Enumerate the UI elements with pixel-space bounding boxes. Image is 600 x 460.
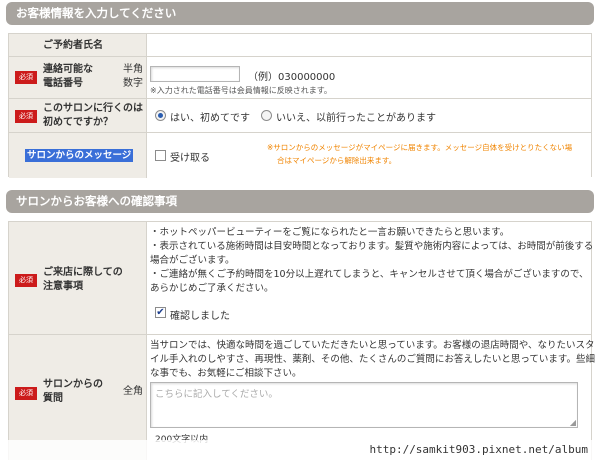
message-note: ※サロンからのメッセージがマイページに届きます。メッセージ自体を受けとりたくない… <box>267 143 573 165</box>
visit-notice-label: ご来店に際しての 注意事項 <box>43 267 123 292</box>
reserver-name-row: ご予約者氏名 <box>9 34 591 57</box>
customer-info-header: お客様情報を入力してください <box>6 2 594 25</box>
required-badge: 必須 <box>15 387 37 400</box>
first-visit-no-radio[interactable] <box>261 110 272 121</box>
phone-input[interactable] <box>150 66 240 82</box>
required-badge: 必須 <box>15 274 37 287</box>
question-hint: 全角 <box>123 386 143 397</box>
textarea-resize-handle[interactable]: ◢ <box>570 418 576 427</box>
salon-question-label: サロンからの 質問 <box>43 379 103 404</box>
phone-label: 連絡可能な 電話番号 <box>43 64 93 89</box>
salon-message-row: サロンからのメッセージ 受け取る ※サロンからのメッセージがマイページに届きます… <box>9 133 591 178</box>
required-badge: 必須 <box>15 110 37 123</box>
question-answer-textarea[interactable]: こちらに記入してください。 ◢ <box>150 382 578 428</box>
confirm-checkbox[interactable]: ✔ <box>155 307 166 318</box>
visit-notice-text: ・ホットペッパービューティーをご覧になられたと一言お願いできたらと思います。 ・… <box>150 227 594 294</box>
required-badge: 必須 <box>15 71 37 84</box>
textarea-placeholder: こちらに記入してください。 <box>155 389 278 400</box>
watermark: http://samkit903.pixnet.net/album <box>0 440 600 460</box>
first-visit-row: 必須 このサロンに行くのは 初めてですか？ はい、初めてです いいえ、以前行った… <box>9 99 591 133</box>
first-visit-label: このサロンに行くのは 初めてですか？ <box>43 103 143 128</box>
salon-question-text: 当サロンでは、快適な時間を過ごしていただきたいと思っています。お客様の退店時間や… <box>150 340 595 379</box>
phone-note: ※入力された電話番号は会員情報に反映されます。 <box>150 86 332 95</box>
first-visit-yes-label[interactable]: はい、初めてです <box>170 109 250 124</box>
phone-row: 必須 連絡可能な 電話番号 半角 数字 （例）030000000 ※入力された電… <box>9 57 591 99</box>
first-visit-yes-radio[interactable] <box>155 110 166 121</box>
phone-example: （例）030000000 <box>248 72 336 83</box>
salon-confirmation-panel: 必須 ご来店に際しての 注意事項 ・ホットペッパービューティーをご覧になられたと… <box>8 221 595 460</box>
first-visit-no-label[interactable]: いいえ、以前行ったことがあります <box>276 109 436 124</box>
reserver-name-label: ご予約者氏名 <box>43 40 103 51</box>
salon-message-label: サロンからのメッセージ <box>25 149 134 162</box>
confirm-label[interactable]: 確認しました <box>170 307 230 322</box>
visit-notice-row: 必須 ご来店に際しての 注意事項 ・ホットペッパービューティーをご覧になられたと… <box>9 222 594 335</box>
customer-info-panel: ご予約者氏名 必須 連絡可能な 電話番号 半角 数字 （例）030000000 … <box>8 33 592 178</box>
salon-confirmation-header: サロンからお客様への確認事項 <box>6 190 594 213</box>
receive-message-label[interactable]: 受け取る <box>170 149 210 164</box>
phone-hint: 半角 数字 <box>123 64 143 89</box>
receive-message-checkbox[interactable] <box>155 150 166 161</box>
